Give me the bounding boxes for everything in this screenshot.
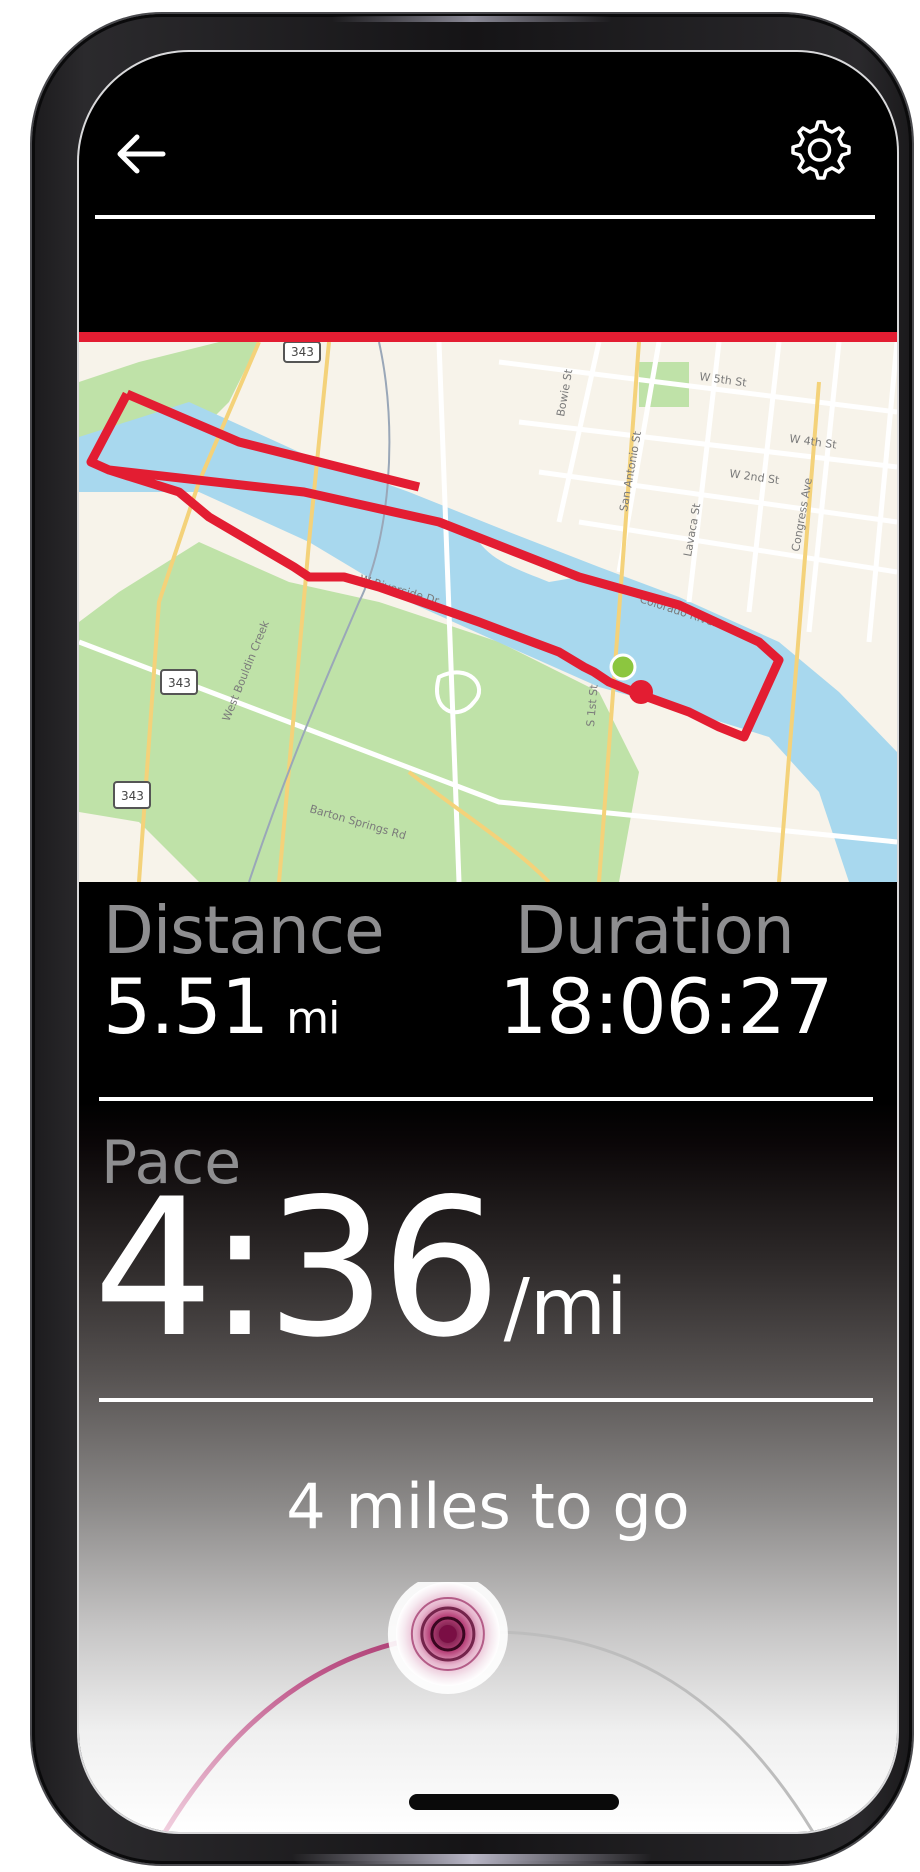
distance-number: 5.51 xyxy=(103,962,269,1051)
phone-top-highlight xyxy=(332,16,612,22)
route-map[interactable]: 343 343 343 W 5th St W 4th St W 2nd St C… xyxy=(79,332,897,892)
distance-unit: mi xyxy=(286,993,340,1044)
highway-shield-label: 343 xyxy=(168,676,191,690)
app-screen: 343 343 343 W 5th St W 4th St W 2nd St C… xyxy=(79,52,897,1832)
top-navigation-bar xyxy=(79,52,897,222)
goal-remaining-text: 4 miles to go xyxy=(286,1470,690,1543)
pace-unit: /mi xyxy=(503,1263,628,1353)
stats-divider xyxy=(99,1097,873,1101)
pace-panel: Pace 4:36/mi 4 miles to go xyxy=(79,1102,897,1832)
run-stats: Distance 5.51 mi Duration 18:06:27 xyxy=(79,892,897,1112)
header-divider xyxy=(95,215,875,219)
pace-number: 4:36 xyxy=(93,1158,502,1379)
duration-value: 18:06:27 xyxy=(499,962,833,1051)
highway-shield-label: 343 xyxy=(121,789,144,803)
gear-icon[interactable] xyxy=(785,114,853,182)
route-end-marker xyxy=(629,680,653,704)
highway-shield-label: 343 xyxy=(291,345,314,359)
phone-bottom-highlight xyxy=(292,1854,652,1864)
route-start-marker xyxy=(609,653,637,681)
home-indicator[interactable] xyxy=(409,1794,619,1810)
arrow-left-icon[interactable] xyxy=(111,124,171,184)
distance-label: Distance xyxy=(103,892,385,969)
pace-divider xyxy=(99,1398,873,1402)
distance-value: 5.51 mi xyxy=(103,962,340,1051)
progress-knob[interactable] xyxy=(387,1582,508,1694)
duration-label: Duration xyxy=(515,892,795,969)
pace-value: 4:36/mi xyxy=(93,1174,628,1364)
map-canvas: 343 343 343 W 5th St W 4th St W 2nd St C… xyxy=(79,342,897,882)
